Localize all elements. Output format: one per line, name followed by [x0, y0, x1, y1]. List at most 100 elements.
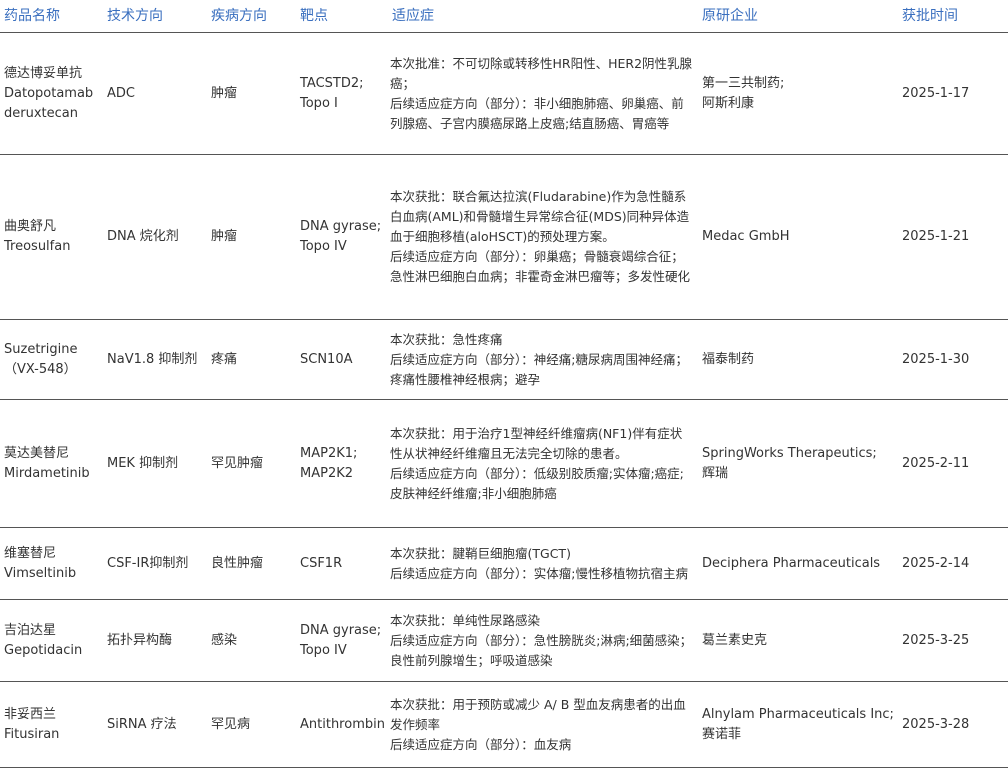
date-cell: 2025-1-17: [898, 32, 1008, 155]
target-line: DNA gyrase;: [300, 219, 382, 234]
company-line: SpringWorks Therapeutics;: [702, 445, 877, 461]
header-row: 药品名称 技术方向 疾病方向 靶点 适应症 原研企业 获批时间: [0, 0, 1008, 33]
company-line: 辉瑞: [702, 465, 729, 481]
company-line: 福泰制药: [702, 351, 755, 367]
table-row: 莫达美替尼 Mirdametinib MEK 抑制剂 罕见肿瘤 MAP2K1; MAP2K…: [0, 399, 1008, 528]
drug-name-en: Gepotidacin: [4, 642, 83, 658]
drug-name-cell: 曲奥舒凡 Treosulfan: [0, 154, 103, 320]
indication-line: 本次获批：单纯性尿路感染: [390, 612, 541, 628]
indication-line: 本次获批：用于预防或减少 A/ B 型血友病患者的出血发作频率: [390, 696, 686, 732]
drug-name-cn: Suzetrigine: [4, 341, 78, 357]
target-line: MAP2K2: [300, 465, 354, 481]
company-line: 阿斯利康: [702, 95, 755, 111]
table-row: 德达博妥单抗 Datopotamab deruxtecan ADC 肿瘤 TACSTD2…: [0, 32, 1008, 155]
company-cell: Deciphera Pharmaceuticals: [698, 527, 898, 600]
target-line: SCN10A: [300, 351, 353, 367]
target-line: Topo IV: [300, 642, 347, 658]
drug-name-en: Fitusiran: [4, 726, 60, 742]
drug-name-en: Mirdametinib: [4, 465, 90, 481]
indication-line: 本次获批：腱鞘巨细胞瘤(TGCT): [390, 545, 571, 561]
drug-name-cell: Suzetrigine （VX-548）: [0, 319, 103, 400]
date-cell: 2025-2-14: [898, 527, 1008, 600]
indication-line: 后续适应症方向（部分）：低级别胶质瘤;实体瘤;癌症;皮肤神经纤维瘤;非小细胞肺癌: [390, 465, 684, 501]
company-cell: SpringWorks Therapeutics; 辉瑞: [698, 399, 898, 528]
drug-approval-table: 药品名称 技术方向 疾病方向 靶点 适应症 原研企业 获批时间 德达博妥单抗 Da…: [0, 0, 1008, 768]
company-line: 葛兰素史克: [702, 632, 768, 648]
company-cell: Alnylam Pharmaceuticals Inc; 赛诺菲: [698, 681, 898, 768]
tech-cell: CSF-IR抑制剂: [103, 527, 207, 600]
drug-name-cell: 吉泊达星 Gepotidacin: [0, 599, 103, 682]
table-row: 吉泊达星 Gepotidacin 拓扑异构酶 感染 DNA gyrase; Topo IV…: [0, 599, 1008, 682]
indication-line: 后续适应症方向（部分）：卵巢癌；骨髓衰竭综合征；急性淋巴细胞白血病；非霍奇金淋巴…: [390, 249, 691, 284]
company-cell: 福泰制药: [698, 319, 898, 400]
drug-name-cn: 曲奥舒凡: [4, 219, 57, 234]
tech-cell: MEK 抑制剂: [103, 399, 207, 528]
date-cell: 2025-1-21: [898, 154, 1008, 320]
drug-name-cn: 吉泊达星: [4, 622, 57, 638]
drug-name-cell: 非妥西兰 Fitusiran: [0, 681, 103, 768]
tech-cell: DNA 烷化剂: [103, 154, 207, 320]
date-cell: 2025-1-30: [898, 319, 1008, 400]
company-cell: 第一三共制药; 阿斯利康: [698, 32, 898, 155]
tech-cell: ADC: [103, 32, 207, 155]
header-indication: 适应症: [388, 0, 698, 33]
drug-name-en: Vimseltinib: [4, 565, 77, 581]
company-cell: 葛兰素史克: [698, 599, 898, 682]
header-tech: 技术方向: [103, 0, 207, 33]
table-row: 曲奥舒凡 Treosulfan DNA 烷化剂 肿瘤 DNA gyrase; Topo I…: [0, 154, 1008, 320]
indication-line: 后续适应症方向（部分）：非小细胞肺癌、卵巢癌、前列腺癌、子宫内膜癌尿路上皮癌;结…: [390, 95, 684, 131]
indication-cell: 本次获批：用于治疗1型神经纤维瘤病(NF1)伴有症状性从状神经纤维瘤且无法完全切…: [388, 399, 698, 528]
indication-line: 后续适应症方向（部分）：神经痛;糖尿病周围神经痛；疼痛性腰椎神经根病；避孕: [390, 351, 688, 387]
drug-name-cell: 德达博妥单抗 Datopotamab deruxtecan: [0, 32, 103, 155]
company-line: Alnylam Pharmaceuticals Inc;: [702, 706, 894, 722]
indication-line: 后续适应症方向（部分）：实体瘤;慢性移植物抗宿主病: [390, 565, 688, 581]
drug-name-en: （VX-548）: [4, 361, 77, 377]
company-cell: Medac GmbH: [698, 154, 898, 320]
target-line: Topo IV: [300, 239, 347, 254]
tech-cell: NaV1.8 抑制剂: [103, 319, 207, 400]
tech-cell: 拓扑异构酶: [103, 599, 207, 682]
indication-cell: 本次批准：不可切除或转移性HR阳性、HER2阴性乳腺癌； 后续适应症方向（部分）：…: [388, 32, 698, 155]
indication-cell: 本次获批：联合氟达拉滨(Fludarabine)作为急性髓系白血病(AML)和骨…: [388, 154, 698, 320]
target-line: DNA gyrase;: [300, 622, 382, 638]
disease-cell: 良性肿瘤: [207, 527, 296, 600]
company-line: 赛诺菲: [702, 726, 742, 742]
target-cell: CSF1R: [296, 527, 388, 600]
drug-name-cn: 维塞替尼: [4, 545, 57, 561]
indication-cell: 本次获批：腱鞘巨细胞瘤(TGCT) 后续适应症方向（部分）：实体瘤;慢性移植物抗宿…: [388, 527, 698, 600]
indication-line: 后续适应症方向（部分）：血友病: [390, 736, 572, 752]
target-line: CSF1R: [300, 555, 343, 571]
indication-line: 本次获批：用于治疗1型神经纤维瘤病(NF1)伴有症状性从状神经纤维瘤且无法完全切…: [390, 425, 683, 461]
disease-cell: 罕见肿瘤: [207, 399, 296, 528]
header-drug-name: 药品名称: [0, 0, 103, 33]
company-line: Deciphera Pharmaceuticals: [702, 555, 881, 571]
target-cell: SCN10A: [296, 319, 388, 400]
target-cell: DNA gyrase; Topo IV: [296, 599, 388, 682]
header-date: 获批时间: [898, 0, 1008, 33]
indication-line: 本次获批：急性疼痛: [390, 331, 503, 347]
table-row: Suzetrigine （VX-548） NaV1.8 抑制剂 疼痛 SCN10A 本次获…: [0, 319, 1008, 400]
header-target: 靶点: [296, 0, 388, 33]
target-line: TACSTD2;: [300, 75, 364, 91]
disease-cell: 疼痛: [207, 319, 296, 400]
table-row: 维塞替尼 Vimseltinib CSF-IR抑制剂 良性肿瘤 CSF1R 本次获批：腱鞘…: [0, 527, 1008, 600]
indication-cell: 本次获批：单纯性尿路感染 后续适应症方向（部分）：急性膀胱炎;淋病;细菌感染；良性…: [388, 599, 698, 682]
indication-cell: 本次获批：用于预防或减少 A/ B 型血友病患者的出血发作频率后续适应症方向（部…: [388, 681, 698, 768]
target-cell: TACSTD2; Topo I: [296, 32, 388, 155]
drug-name-cn: 非妥西兰: [4, 706, 57, 722]
drug-name-cn: 德达博妥单抗: [4, 65, 83, 81]
drug-name-cn: 莫达美替尼: [4, 445, 70, 461]
drug-name-en: Treosulfan: [4, 239, 71, 254]
disease-cell: 罕见病: [207, 681, 296, 768]
target-line: MAP2K1;: [300, 445, 358, 461]
indication-line: 本次获批：联合氟达拉滨(Fludarabine)作为急性髓系白血病(AML)和骨…: [390, 189, 690, 244]
company-line: 第一三共制药;: [702, 75, 785, 91]
drug-name-en: Datopotamab deruxtecan: [4, 85, 94, 121]
disease-cell: 感染: [207, 599, 296, 682]
company-line: Medac GmbH: [702, 229, 790, 244]
header-disease: 疾病方向: [207, 0, 296, 33]
target-cell: Antithrombin: [296, 681, 388, 768]
indication-cell: 本次获批：急性疼痛后续适应症方向（部分）：神经痛;糖尿病周围神经痛；疼痛性腰椎神…: [388, 319, 698, 400]
target-line: Topo I: [300, 95, 338, 111]
target-cell: MAP2K1; MAP2K2: [296, 399, 388, 528]
